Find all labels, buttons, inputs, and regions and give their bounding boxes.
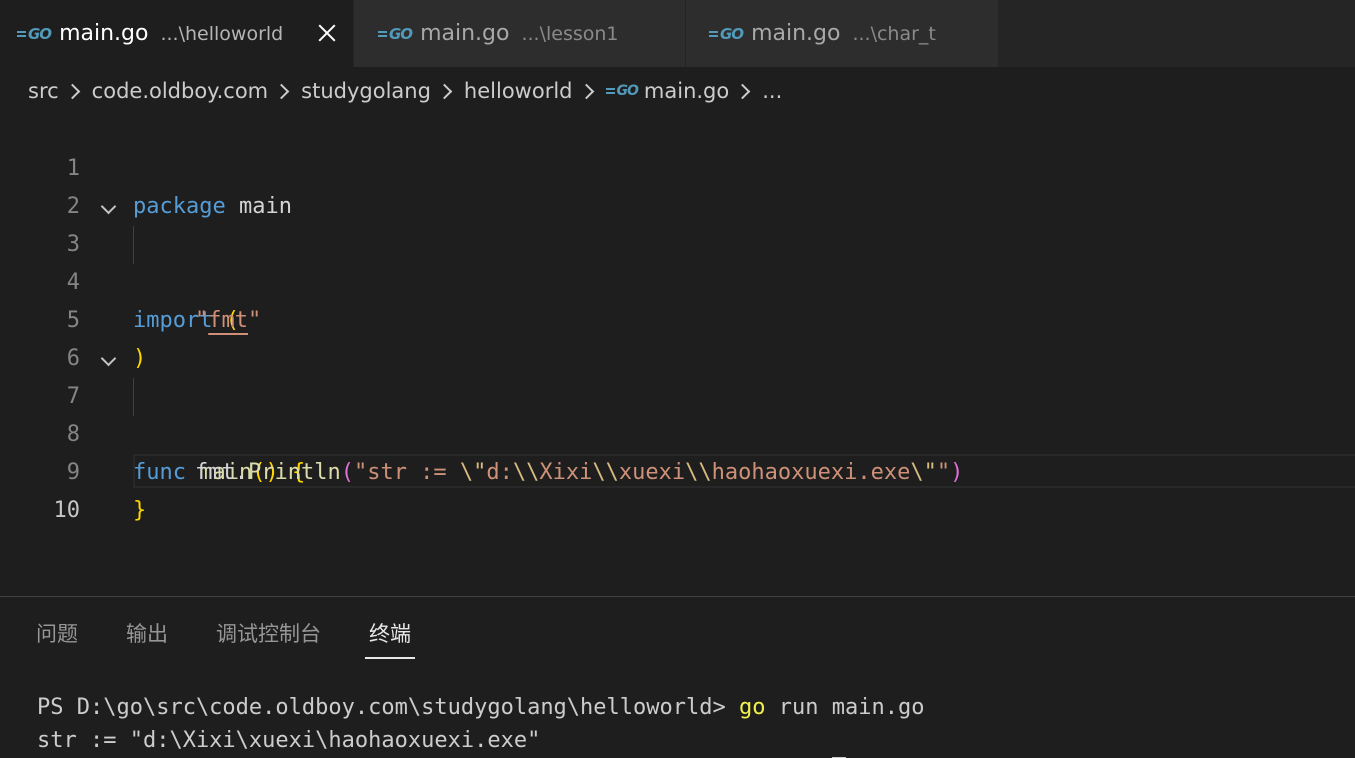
tab-problems[interactable]: 问题 [36, 619, 78, 659]
code-line: 6 [0, 302, 1355, 371]
breadcrumb: src code.oldboy.com studygolang hellowor… [28, 74, 782, 108]
code-line: 8 fmt.Println("str := \"d:\\Xixi\\xuexi\… [0, 378, 1355, 485]
code-line: 1 package main [0, 112, 1355, 219]
breadcrumb-src[interactable]: src [28, 79, 59, 103]
tab-terminal[interactable]: 终端 [365, 619, 415, 659]
go-file-icon: GO [709, 25, 744, 43]
terminal-args: run main.go [765, 695, 925, 720]
tab-description: ...\char_t [852, 22, 936, 45]
terminal-command: go [739, 695, 766, 720]
code-line-current: 10 [0, 454, 1355, 523]
vscode-window: GO main.go ...\helloworld GO main.go ...… [0, 0, 1355, 758]
code-text: } [133, 498, 147, 523]
bottom-panel: 问题 输出 调试控制台 终端 PS D:\go\src\code.oldboy.… [0, 596, 1355, 758]
tab-title: main.go [751, 21, 841, 46]
tab-main-go-lesson1[interactable]: GO main.go ...\lesson1 [354, 0, 686, 67]
code-line: 4 "fmt" [0, 226, 1355, 333]
go-file-icon: GO [17, 25, 52, 43]
breadcrumb-studygolang[interactable]: studygolang [301, 79, 431, 103]
chevron-right-icon [734, 83, 751, 99]
tab-description: ...\helloworld [160, 22, 284, 45]
code-line: 5 ) [0, 264, 1355, 371]
chevron-right-icon [273, 83, 290, 99]
tab-description: ...\lesson1 [521, 22, 619, 45]
code-line: 7 func main() { [0, 340, 1355, 485]
tab-debug-console[interactable]: 调试控制台 [216, 619, 321, 659]
chevron-down-icon[interactable] [100, 350, 117, 367]
breadcrumb-helloworld[interactable]: helloworld [464, 79, 573, 103]
go-file-icon: GO [378, 25, 413, 43]
chevron-right-icon [578, 83, 594, 99]
code-line: 3 import ( [0, 188, 1355, 333]
chevron-right-icon [64, 83, 80, 99]
tab-main-go-helloworld[interactable]: GO main.go ...\helloworld [0, 0, 354, 67]
breadcrumb-more[interactable]: ... [762, 79, 782, 103]
breadcrumb-main-go[interactable]: main.go [644, 79, 729, 103]
line-number: 10 [53, 498, 81, 523]
tab-title: main.go [420, 21, 510, 46]
tab-output[interactable]: 输出 [126, 619, 168, 659]
editor-tab-bar: GO main.go ...\helloworld GO main.go ...… [0, 0, 1355, 67]
go-file-icon: GO [605, 83, 639, 99]
terminal-prompt: PS D:\go\src\code.oldboy.com\studygolang… [37, 695, 739, 720]
chevron-down-icon[interactable] [100, 198, 117, 215]
close-icon[interactable] [316, 22, 338, 44]
code-line: 2 [0, 150, 1355, 219]
terminal-program-output: str := "d:\Xixi\xuexi\haohaoxuexi.exe" [37, 728, 541, 753]
chevron-right-icon [436, 83, 453, 99]
terminal-output[interactable]: PS D:\go\src\code.oldboy.com\studygolang… [37, 691, 924, 757]
code-line: 9 } [0, 416, 1355, 523]
breadcrumb-code-oldboy-com[interactable]: code.oldboy.com [92, 79, 268, 103]
tab-title: main.go [59, 21, 149, 46]
code-editor[interactable]: 1 package main 2 3 import ( 4 "fmt" 5 ) … [0, 112, 1355, 592]
tab-main-go-char-t[interactable]: GO main.go ...\char_t [686, 0, 999, 67]
panel-tab-bar: 问题 输出 调试控制台 终端 [36, 619, 459, 659]
